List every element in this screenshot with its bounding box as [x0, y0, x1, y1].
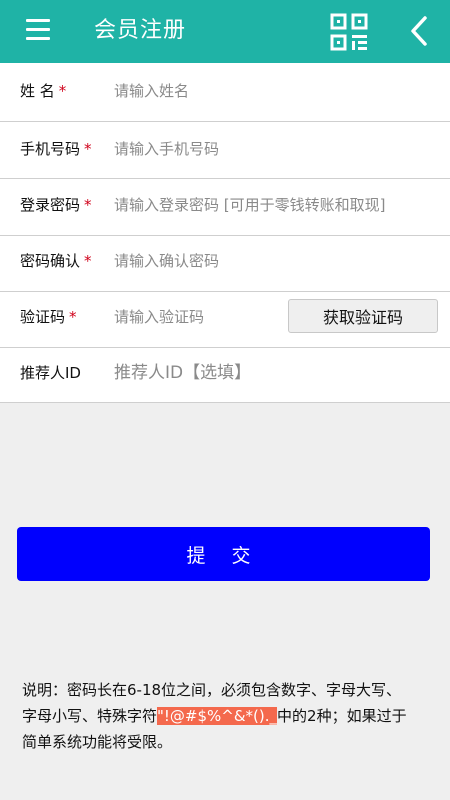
- field-row-referrer: 推荐人ID: [0, 345, 450, 401]
- field-row-phone: 手机号码 *: [0, 121, 450, 177]
- password-input[interactable]: [110, 187, 438, 223]
- required-mark: *: [84, 140, 92, 158]
- back-chevron-icon[interactable]: [405, 14, 433, 48]
- submit-button[interactable]: 提 交: [17, 527, 430, 581]
- special-chars-highlight: "!@#$%^&*()._: [157, 707, 278, 725]
- field-row-password: 登录密码 *: [0, 177, 450, 233]
- field-label-referrer: 推荐人ID: [20, 364, 81, 382]
- phone-input[interactable]: [110, 131, 438, 167]
- referrer-id-input[interactable]: [110, 355, 438, 391]
- app-bar: 会员注册: [0, 0, 450, 63]
- required-mark: *: [69, 308, 77, 326]
- required-mark: *: [84, 252, 92, 270]
- menu-icon[interactable]: [26, 19, 50, 41]
- field-label-name: 姓 名 *: [20, 82, 67, 100]
- verify-code-input[interactable]: [110, 299, 288, 335]
- field-row-verify-code: 验证码* 获取验证码: [0, 289, 450, 345]
- field-row-name: 姓 名 *: [0, 63, 450, 119]
- required-mark: *: [58, 82, 67, 100]
- password-rules-note: 说明：密码长在6-18位之间，必须包含数字、字母大写、字母小写、特殊字符"!@#…: [22, 681, 407, 751]
- qr-code-icon[interactable]: [329, 12, 369, 52]
- name-input[interactable]: [110, 73, 438, 109]
- field-row-password-confirm: 密码确认 *: [0, 233, 450, 289]
- page-title: 会员注册: [94, 18, 187, 43]
- get-verify-code-button[interactable]: 获取验证码: [288, 299, 438, 333]
- required-mark: *: [84, 196, 92, 214]
- divider: [0, 402, 450, 403]
- field-label-phone: 手机号码 *: [20, 140, 92, 158]
- field-label-verify-code: 验证码 *: [20, 308, 77, 326]
- password-confirm-input[interactable]: [110, 243, 438, 279]
- field-label-password-confirm: 密码确认 *: [20, 252, 92, 270]
- registration-form: 姓 名* 手机号码* 登录密码* 密码确认* 验证码* 获取验证码 推荐人ID: [0, 63, 450, 403]
- field-label-password: 登录密码 *: [20, 196, 92, 214]
